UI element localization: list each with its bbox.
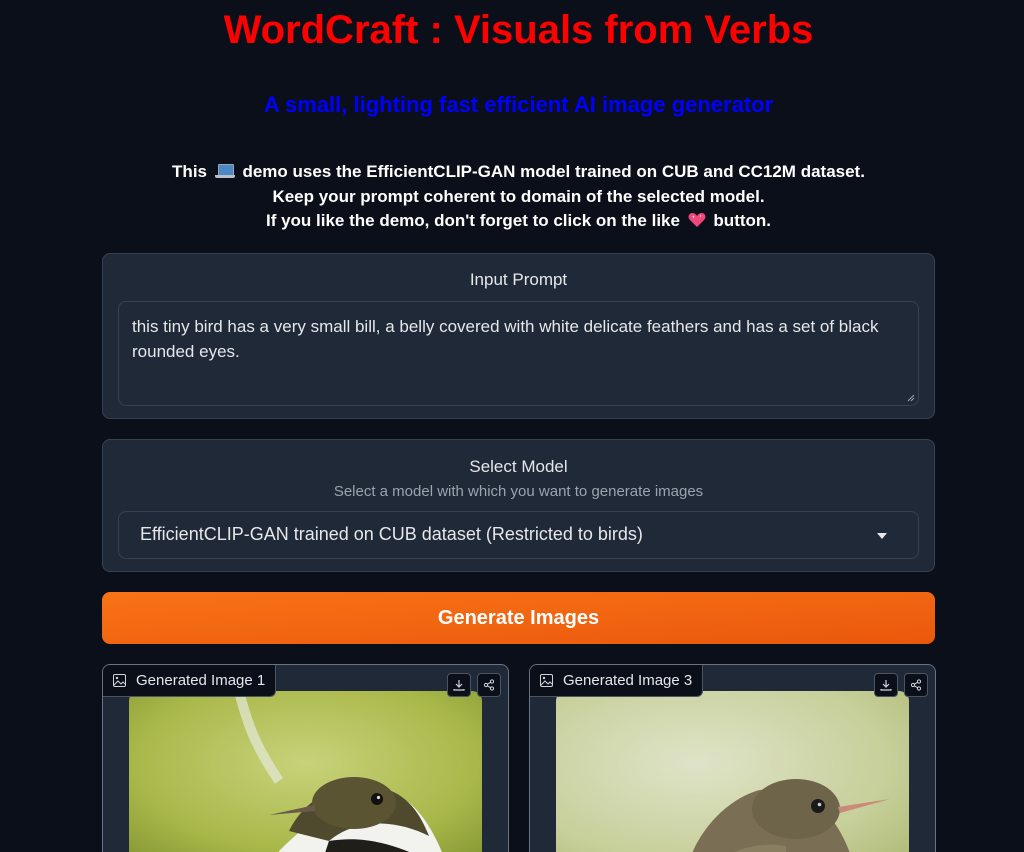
share-icon [910, 679, 922, 691]
share-button-1[interactable] [477, 673, 501, 697]
prompt-panel: Input Prompt this tiny bird has a very s… [102, 253, 935, 419]
page-title: WordCraft : Visuals from Verbs [223, 8, 814, 52]
gallery-image-3: Generated Image 3 [529, 664, 936, 852]
description-line-1-start: This [172, 162, 207, 181]
description-line-2: Keep your prompt coherent to domain of t… [272, 186, 765, 206]
download-icon [880, 680, 892, 691]
download-icon [453, 680, 465, 691]
download-button-1[interactable] [447, 673, 471, 697]
description-line-1-end: demo uses the EfficientCLIP-GAN model tr… [242, 162, 865, 181]
gallery-image-1: Generated Image 1 [102, 664, 509, 852]
gallery-label-text-3: Generated Image 3 [563, 672, 693, 689]
generated-bird-image-1[interactable] [129, 691, 482, 852]
prompt-textarea[interactable]: this tiny bird has a very small bill, a … [118, 301, 919, 406]
model-selected: EfficientCLIP-GAN trained on CUB dataset… [140, 524, 643, 544]
generated-bird-image-3[interactable] [556, 691, 909, 852]
gallery-label-text-1: Generated Image 1 [136, 672, 266, 689]
description: This demo uses the EfficientCLIP-GAN mod… [0, 160, 1024, 234]
description-line-3: If you like the demo, don't forget to cl… [0, 209, 1024, 234]
gallery-label-3: Generated Image 3 [530, 665, 704, 697]
prompt-text: this tiny bird has a very small bill, a … [132, 317, 879, 361]
gallery-actions-3 [874, 673, 928, 697]
share-button-3[interactable] [904, 673, 928, 697]
gallery-label-1: Generated Image 1 [103, 665, 277, 697]
page-subtitle: A small, lighting fast efficient AI imag… [263, 92, 774, 117]
laptop-icon [214, 164, 235, 178]
description-line-3-end: button. [713, 211, 772, 230]
model-dropdown[interactable]: EfficientCLIP-GAN trained on CUB dataset… [118, 511, 919, 559]
image-icon [540, 674, 553, 687]
resize-handle-icon[interactable] [907, 394, 915, 402]
download-button-3[interactable] [874, 673, 898, 697]
chevron-down-icon [877, 533, 887, 539]
image-icon [113, 674, 126, 687]
gallery-actions-1 [447, 673, 501, 697]
model-label: Select Model [469, 457, 568, 476]
generate-button[interactable]: Generate Images [102, 592, 935, 644]
model-panel: Select Model Select a model with which y… [102, 439, 935, 572]
description-line-3-start: If you like the demo, don't forget to cl… [265, 211, 680, 230]
sparkling-heart-icon [688, 211, 706, 227]
share-icon [483, 679, 495, 691]
description-line-1: This demo uses the EfficientCLIP-GAN mod… [0, 160, 1024, 185]
model-info: Select a model with which you want to ge… [333, 483, 704, 500]
prompt-label: Input Prompt [469, 270, 568, 289]
